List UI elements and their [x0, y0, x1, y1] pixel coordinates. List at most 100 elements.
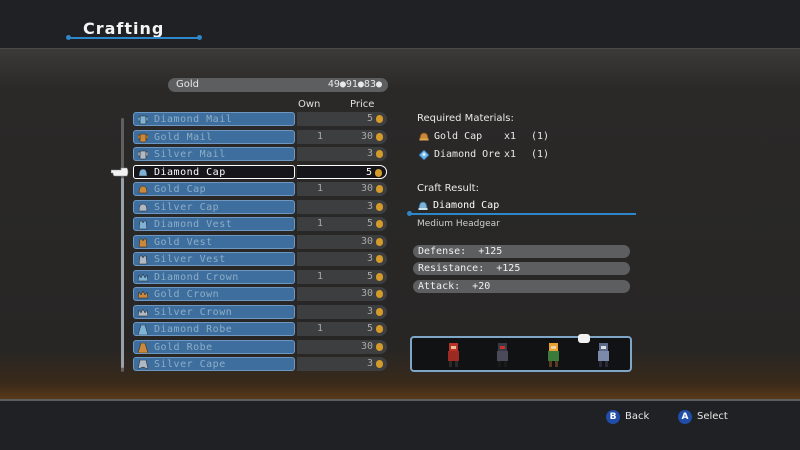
item-price: 30	[360, 130, 373, 142]
item-stats-cell[interactable]: 5	[297, 112, 387, 126]
item-name-cell[interactable]: Gold Robe	[133, 339, 295, 354]
item-name-cell[interactable]: Gold Crown	[133, 287, 295, 301]
item-stats-cell[interactable]: 3	[297, 357, 387, 371]
item-stats-cell[interactable]: 3	[297, 199, 387, 214]
item-stats-cell[interactable]: 30	[297, 234, 387, 249]
cap-icon	[138, 168, 148, 176]
gold-coin-icon	[376, 220, 383, 228]
pointer-hand-icon	[111, 167, 129, 176]
item-name: Gold Crown	[154, 289, 220, 300]
item-name-cell[interactable]: Silver Vest	[133, 252, 295, 266]
gold-coin-icon	[376, 255, 383, 263]
item-price: 3	[366, 200, 373, 212]
item-price: 3	[366, 253, 373, 264]
item-name-cell[interactable]: Gold Cap	[133, 182, 295, 196]
party-member-sprite[interactable]	[540, 341, 566, 369]
gold-coin-icon	[376, 237, 383, 246]
b-button-icon: B	[606, 410, 620, 424]
item-name: Diamond Mail	[154, 114, 233, 125]
item-price: 5	[366, 218, 373, 229]
mail-icon	[138, 115, 148, 125]
cap-icon	[138, 185, 148, 194]
craft-result-name: Diamond Cap	[433, 200, 500, 211]
stat-defense: Defense: +125	[413, 245, 630, 258]
gold-coin-icon	[375, 168, 382, 177]
gold-coin-icon	[376, 132, 383, 141]
item-name: Gold Cap	[154, 184, 207, 195]
column-own: Own	[298, 99, 321, 110]
item-own: 1	[316, 323, 324, 334]
item-row[interactable]: Silver Mail 3	[133, 146, 389, 164]
item-name: Silver Cap	[154, 201, 220, 213]
item-row[interactable]: Diamond Robe 1 5	[133, 321, 389, 339]
cape-icon	[138, 360, 148, 370]
item-name-cell[interactable]: Silver Cape	[133, 357, 295, 371]
gold-value: 49●91●83●	[327, 79, 382, 90]
gold-coin-icon	[376, 202, 383, 211]
party-member-sprite[interactable]	[440, 341, 466, 369]
equip-indicator-icon	[578, 334, 590, 343]
item-name: Silver Mail	[154, 149, 226, 160]
a-button-icon: A	[678, 410, 692, 424]
item-price: 3	[366, 358, 373, 369]
gold-coin-icon	[376, 185, 383, 193]
item-row[interactable]: Gold Mail 1 30	[133, 129, 389, 147]
item-name-cell[interactable]: Silver Cap	[133, 199, 295, 214]
material-qty: x1	[504, 149, 517, 160]
item-row[interactable]: Gold Cap 1 30	[133, 181, 389, 199]
item-row[interactable]: Silver Cap 3	[133, 199, 389, 217]
item-row[interactable]: Diamond Mail 5	[133, 111, 389, 129]
item-stats-cell[interactable]: 15	[297, 217, 387, 231]
item-name-cell[interactable]: Gold Vest	[133, 234, 295, 249]
item-name-cell[interactable]: Diamond Cap	[133, 164, 295, 179]
required-materials-title: Required Materials:	[417, 113, 514, 124]
item-name: Diamond Crown	[154, 271, 239, 283]
item-stats-cell[interactable]: 30	[297, 287, 387, 301]
mail-icon	[138, 133, 148, 142]
item-name-cell[interactable]: Diamond Crown	[133, 269, 295, 284]
item-stats-cell[interactable]: 3	[297, 147, 387, 161]
item-row[interactable]: Silver Vest 3	[133, 251, 389, 269]
cap-icon	[418, 201, 428, 210]
item-row[interactable]: Gold Vest 30	[133, 234, 389, 252]
item-stats-cell[interactable]: 15	[297, 269, 387, 284]
footer-bar	[0, 401, 800, 450]
item-own: 1	[316, 183, 324, 194]
party-member-sprite[interactable]	[489, 341, 515, 369]
gold-coin-icon	[376, 272, 383, 281]
item-row[interactable]: Gold Robe 30	[133, 339, 389, 357]
item-stats-cell[interactable]: 15	[297, 322, 387, 336]
item-stats-cell[interactable]: 1 30	[297, 129, 387, 144]
gold-coin-icon	[376, 115, 383, 123]
item-row[interactable]: Diamond Cap 5	[111, 164, 389, 182]
gold-display: Gold 49●91●83●	[168, 78, 388, 92]
gold-coin-icon	[376, 307, 383, 316]
item-row[interactable]: Diamond Crown 1 5	[133, 269, 389, 287]
item-name: Diamond Vest	[154, 219, 233, 230]
item-name-cell[interactable]: Diamond Mail	[133, 112, 295, 126]
item-row[interactable]: Diamond Vest 1 5	[133, 216, 389, 234]
item-row[interactable]: Gold Crown 30	[133, 286, 389, 304]
item-stats-cell[interactable]: 30	[297, 339, 387, 354]
item-name: Silver Crown	[154, 306, 233, 318]
item-stats-cell[interactable]: 3	[297, 304, 387, 319]
item-row[interactable]: Silver Cape 3	[133, 356, 389, 374]
item-stats-cell[interactable]: 3	[297, 252, 387, 266]
item-name-cell[interactable]: Silver Mail	[133, 147, 295, 161]
item-name-cell[interactable]: Silver Crown	[133, 304, 295, 319]
item-name-cell[interactable]: Diamond Vest	[133, 217, 295, 231]
result-underline	[407, 211, 636, 216]
party-member-sprite[interactable]	[590, 341, 616, 369]
back-label: Back	[625, 411, 650, 422]
item-name-cell[interactable]: Diamond Robe	[133, 322, 295, 336]
mail-icon	[138, 150, 148, 160]
item-stats-cell[interactable]: 1 30	[297, 182, 387, 196]
gold-coin-icon	[376, 290, 383, 298]
item-name: Gold Vest	[154, 236, 213, 248]
scrollbar-thumb[interactable]	[121, 178, 124, 368]
item-row[interactable]: Silver Crown 3	[133, 304, 389, 322]
gold-coin-icon	[376, 342, 383, 351]
item-stats-cell[interactable]: 5	[297, 164, 387, 179]
item-name-cell[interactable]: Gold Mail	[133, 129, 295, 144]
item-own: 1	[316, 130, 324, 142]
